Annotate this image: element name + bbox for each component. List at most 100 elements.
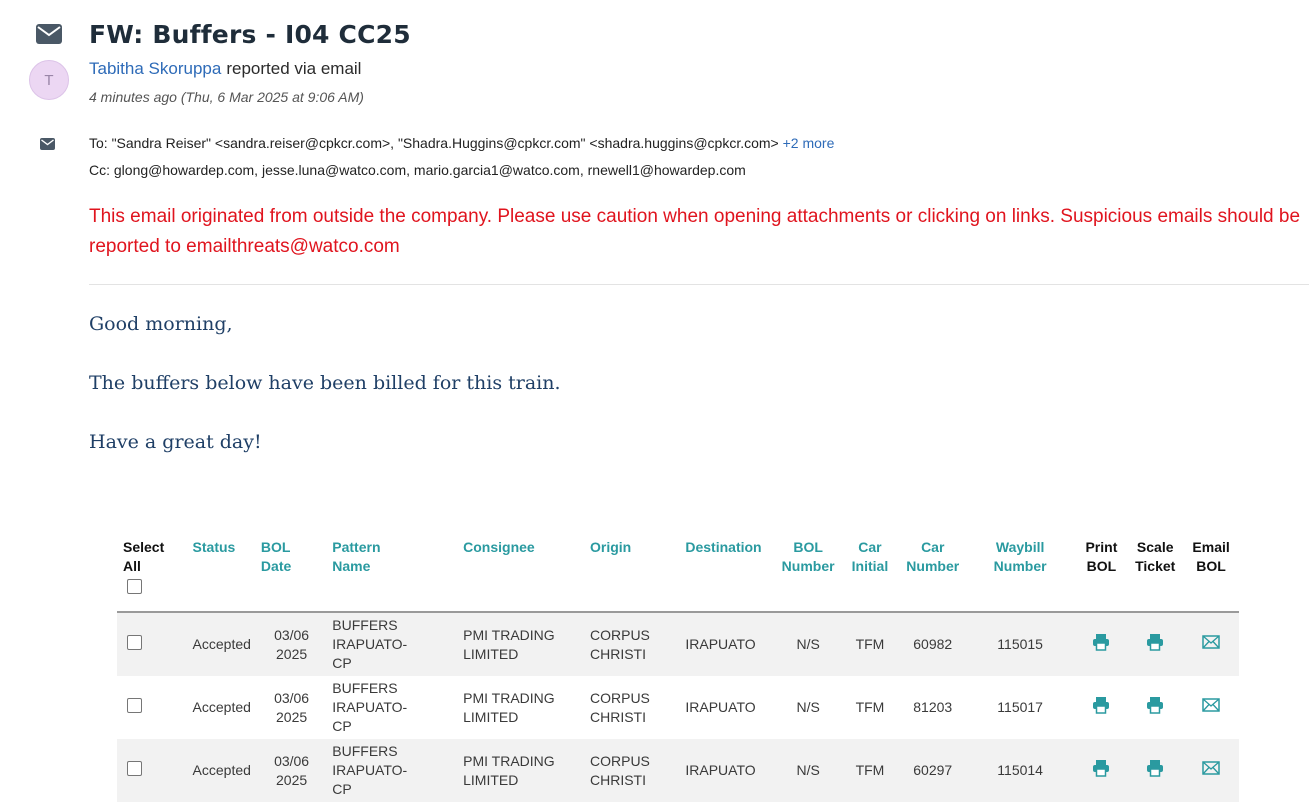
header-bol-date-1: BOL	[260, 539, 291, 555]
body-greeting: Good morning,	[89, 313, 233, 335]
external-email-warning: This email originated from outside the c…	[89, 202, 1309, 262]
row-pattern-line-1: BUFFERS IRAPUATO-	[332, 617, 408, 652]
row-pattern-name: BUFFERS IRAPUATO- CP	[326, 612, 457, 676]
table-row: Accepted 03/06 2025 BUFFERS IRAPUATO- CP P…	[117, 612, 1239, 676]
header-select-all-label-2: All	[123, 558, 141, 574]
header-car-number[interactable]: Car Number	[899, 530, 965, 612]
email-bol-cell	[1181, 739, 1239, 802]
sender-line: Tabitha Skoruppa reported via email	[89, 59, 361, 79]
header-scale-1: Scale	[1136, 539, 1174, 555]
email-subject: FW: Buffers - I04 CC25	[89, 20, 411, 49]
header-car-number-2: Number	[906, 558, 960, 574]
row-pattern-line-2: CP	[332, 655, 352, 671]
row-origin: CORPUS CHRISTI	[584, 676, 679, 739]
scale-ticket-cell	[1127, 676, 1181, 739]
header-select-all-label-1: Select	[123, 539, 165, 555]
row-origin: CORPUS CHRISTI	[584, 739, 679, 802]
header-pattern-name[interactable]: Pattern Name	[326, 530, 457, 612]
printer-icon[interactable]	[1092, 759, 1110, 782]
print-bol-cell	[1074, 612, 1128, 676]
header-bol-number[interactable]: BOL Number	[775, 530, 839, 612]
row-bol-date: 03/06 2025	[255, 676, 326, 739]
header-select-all: Select All	[117, 530, 187, 612]
row-consignee-line-1: PMI TRADING	[463, 689, 555, 706]
row-destination: IRAPUATO	[685, 762, 756, 778]
row-status: Accepted	[192, 699, 251, 715]
header-status[interactable]: Status	[187, 530, 255, 612]
row-checkbox[interactable]	[127, 697, 142, 713]
mail-icon[interactable]	[1202, 761, 1220, 780]
row-destination: IRAPUATO	[685, 636, 756, 652]
printer-icon[interactable]	[1092, 696, 1110, 719]
header-car-initial-1: Car	[858, 539, 882, 555]
printer-icon[interactable]	[1146, 633, 1164, 656]
avatar[interactable]: T	[29, 60, 69, 100]
row-bol-date: 03/06 2025	[255, 739, 326, 802]
row-car-number: 60982	[913, 636, 953, 652]
printer-icon[interactable]	[1146, 759, 1164, 782]
row-origin-line-1: CORPUS	[590, 626, 650, 643]
header-car-initial[interactable]: Car Initial	[839, 530, 899, 612]
row-pattern-line-2: CP	[332, 781, 352, 797]
header-bol-date-2: Date	[260, 558, 292, 574]
printer-icon[interactable]	[1146, 696, 1164, 719]
row-destination: IRAPUATO	[685, 699, 756, 715]
row-consignee: PMI TRADING LIMITED	[457, 676, 584, 739]
row-status: Accepted	[192, 762, 251, 778]
header-print-bol: Print BOL	[1074, 530, 1128, 612]
table-row: Accepted 03/06 2025 BUFFERS IRAPUATO- CP P…	[117, 676, 1239, 739]
mail-icon[interactable]	[1202, 635, 1220, 654]
row-date-line-1: 03/06	[274, 752, 310, 769]
scale-ticket-cell	[1127, 739, 1181, 802]
row-checkbox[interactable]	[127, 760, 142, 776]
cc-recipients: glong@howardep.com, jesse.luna@watco.com…	[113, 162, 746, 178]
row-origin: CORPUS CHRISTI	[584, 612, 679, 676]
header-car-number-1: Car	[921, 539, 945, 555]
printer-icon[interactable]	[1092, 633, 1110, 656]
mail-icon[interactable]	[1202, 698, 1220, 717]
header-email-bol-1: Email	[1192, 539, 1230, 555]
row-pattern-name: BUFFERS IRAPUATO- CP	[326, 739, 457, 802]
cc-line: Cc: glong@howardep.com, jesse.luna@watco…	[89, 162, 746, 178]
header-origin[interactable]: Origin	[584, 530, 679, 612]
row-consignee-line-2: LIMITED	[463, 645, 519, 662]
row-consignee-line-2: LIMITED	[463, 771, 519, 788]
body-closing: Have a great day!	[89, 431, 262, 453]
row-select-cell	[117, 676, 187, 739]
sender-name-link[interactable]: Tabitha Skoruppa	[89, 59, 221, 78]
header-consignee[interactable]: Consignee	[457, 530, 584, 612]
table-row: Accepted 03/06 2025 BUFFERS IRAPUATO- CP P…	[117, 739, 1239, 802]
warning-line-1: This email originated from outside the c…	[89, 206, 1301, 227]
row-date-line-2: 2025	[276, 645, 308, 662]
header-bol-date[interactable]: BOL Date	[255, 530, 326, 612]
row-select-cell	[117, 739, 187, 802]
to-label: To:	[89, 135, 108, 151]
row-origin-line-2: CHRISTI	[590, 771, 646, 788]
more-recipients-link[interactable]: +2 more	[783, 135, 835, 151]
header-pattern-1: Pattern	[332, 539, 381, 555]
row-checkbox[interactable]	[127, 634, 142, 650]
row-bol-number: N/S	[796, 699, 820, 715]
row-select-cell	[117, 612, 187, 676]
header-car-initial-2: Initial	[851, 558, 889, 574]
row-car-initial: TFM	[855, 636, 885, 652]
to-recipients: "Sandra Reiser" <sandra.reiser@cpkcr.com…	[111, 135, 779, 151]
row-status: Accepted	[192, 636, 251, 652]
header-pattern-2: Name	[332, 558, 371, 574]
row-waybill-number: 115015	[997, 636, 1043, 652]
row-origin-line-2: CHRISTI	[590, 645, 646, 662]
header-email-bol-2: BOL	[1196, 558, 1226, 574]
header-print-bol-2: BOL	[1086, 558, 1117, 574]
header-destination[interactable]: Destination	[679, 530, 775, 612]
header-waybill-number[interactable]: Waybill Number	[965, 530, 1074, 612]
header-waybill-2: Number	[993, 558, 1047, 574]
row-date-line-1: 03/06	[274, 689, 310, 706]
row-bol-number: N/S	[796, 636, 820, 652]
cc-label: Cc:	[89, 162, 110, 178]
row-date-line-2: 2025	[276, 708, 308, 725]
header-waybill-1: Waybill	[995, 539, 1045, 555]
body-main: The buffers below have been billed for t…	[89, 372, 561, 394]
select-all-checkbox[interactable]	[127, 579, 142, 594]
warning-line-2: reported to emailthreats@watco.com	[89, 236, 400, 257]
email-bol-cell	[1181, 676, 1239, 739]
